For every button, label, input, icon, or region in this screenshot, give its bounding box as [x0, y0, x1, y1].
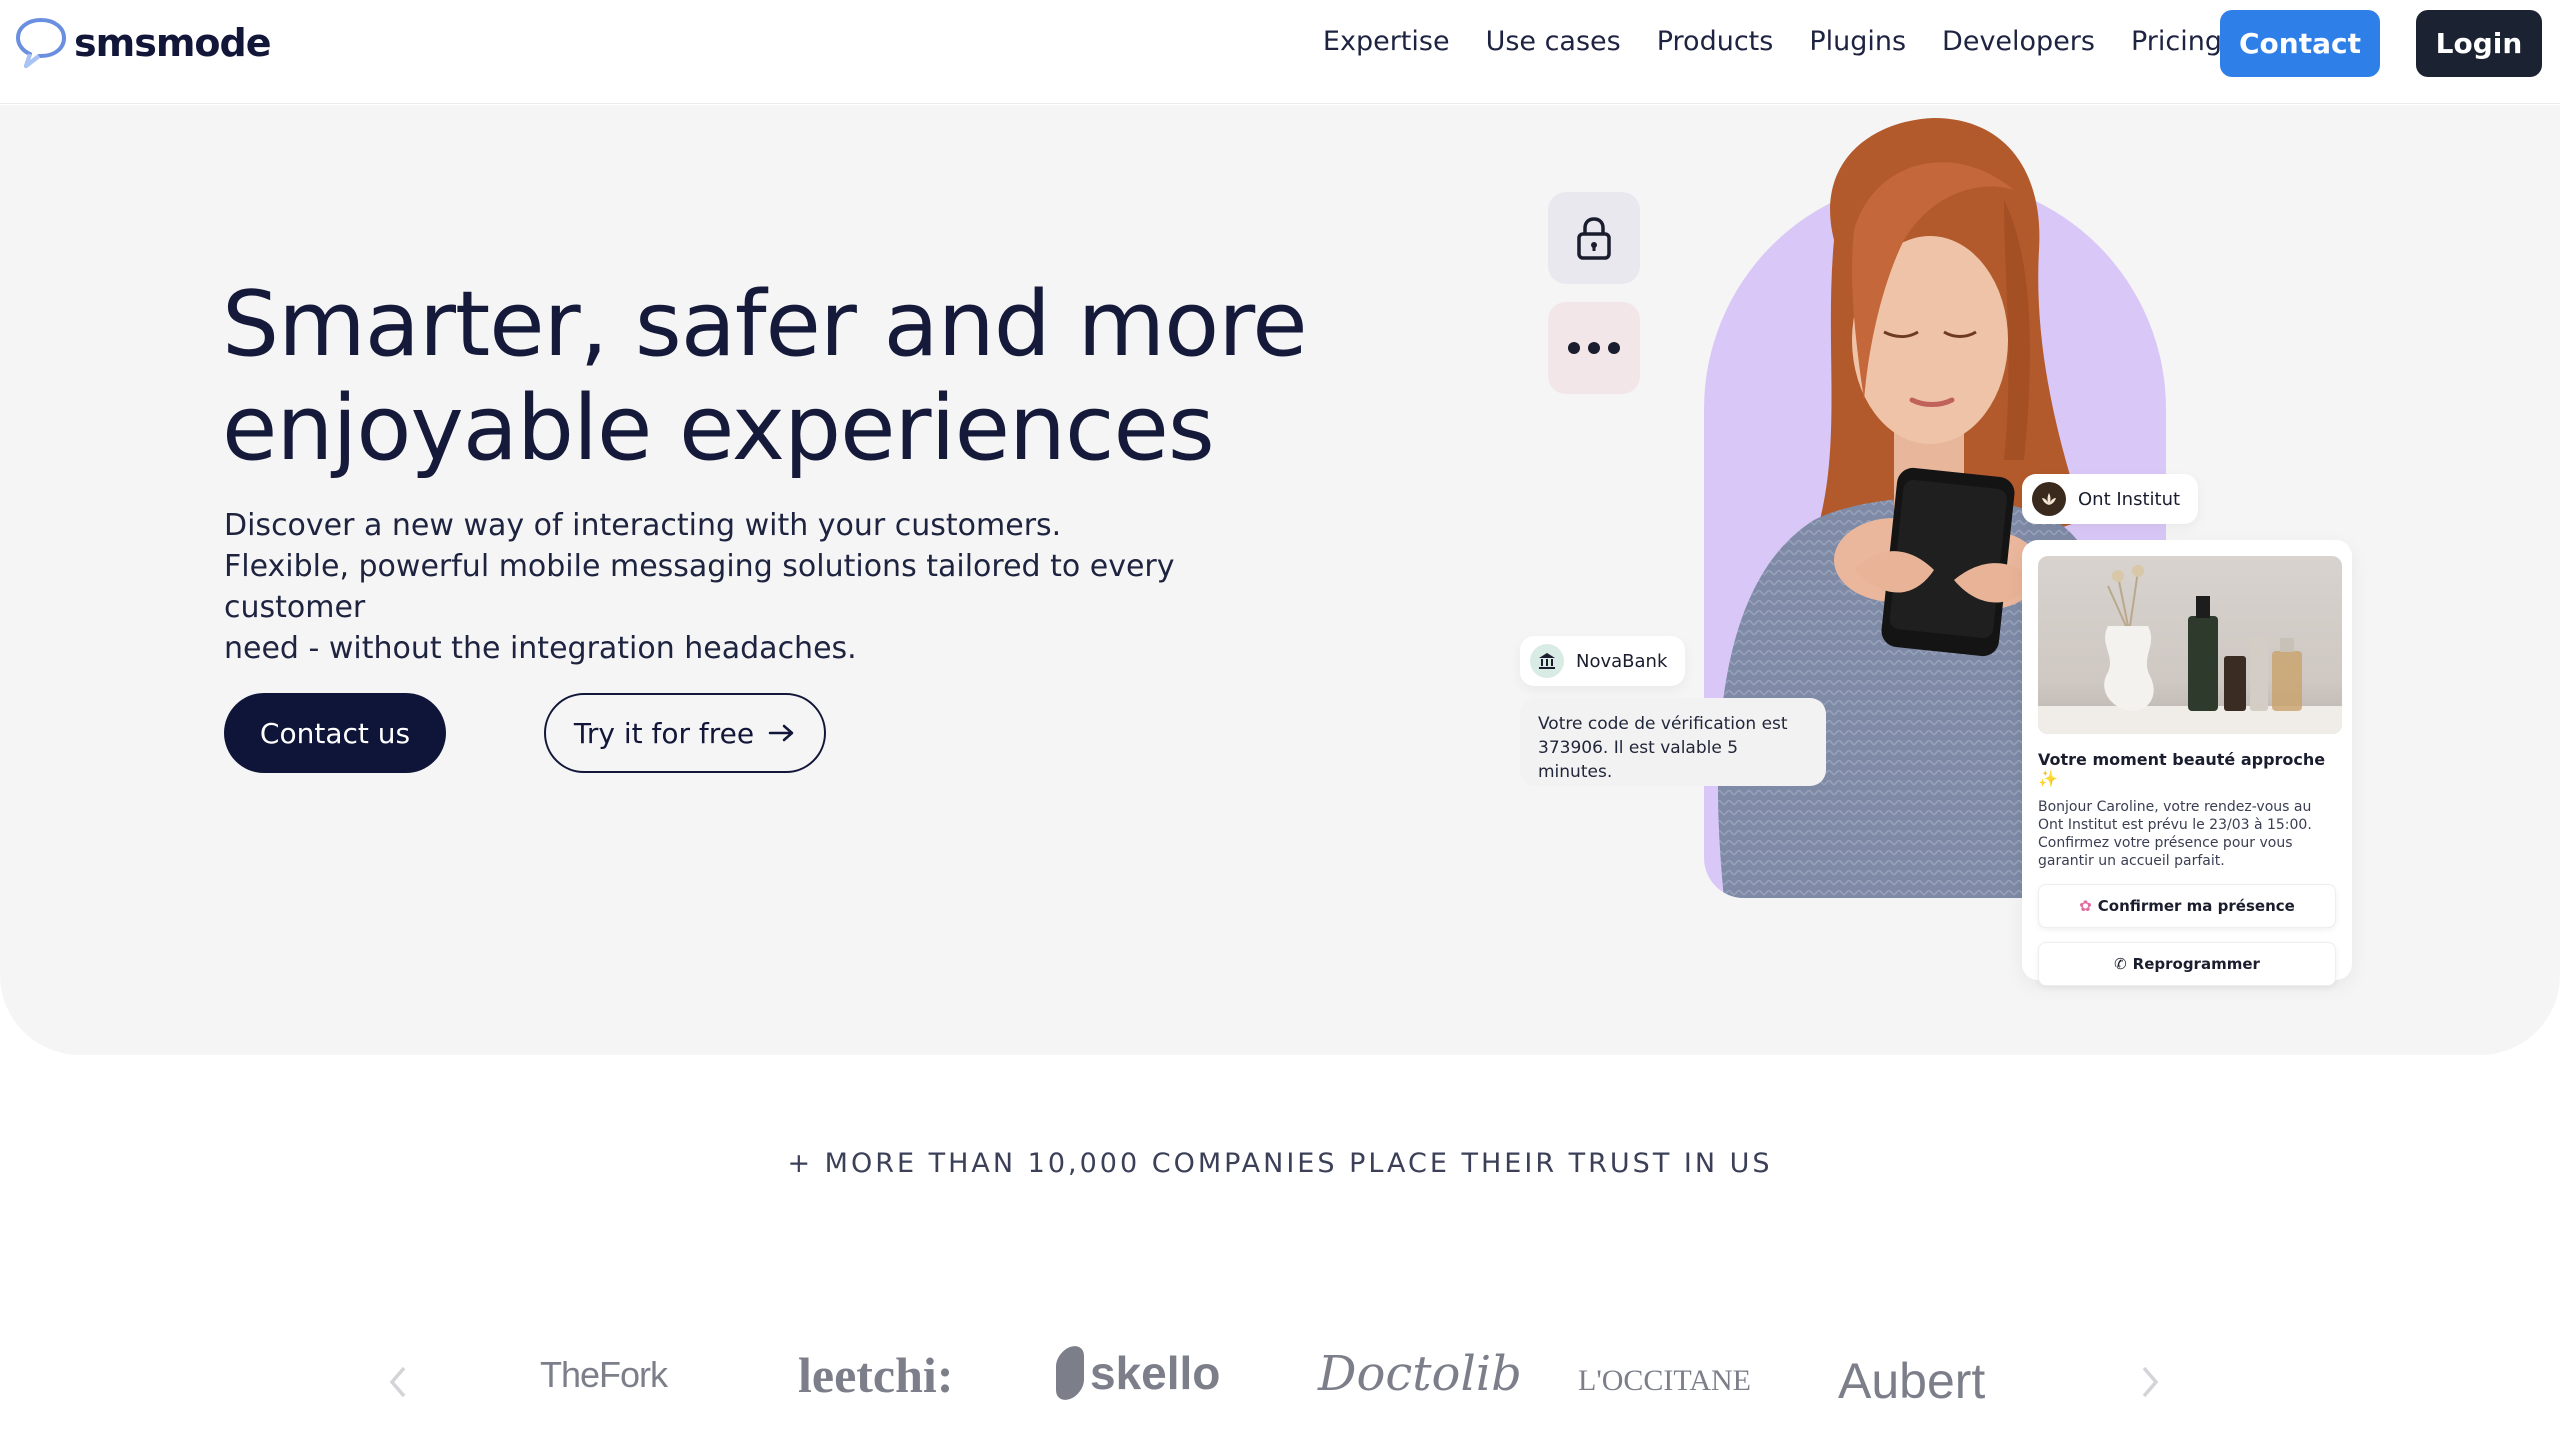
bank-name: NovaBank: [1576, 650, 1668, 672]
nav-link-pricing[interactable]: Pricing: [2131, 26, 2222, 57]
ellipsis-icon: [1568, 342, 1620, 354]
novabank-chip: NovaBank: [1520, 636, 1686, 686]
nav-link-use-cases[interactable]: Use cases: [1486, 26, 1621, 57]
try-free-label: Try it for free: [573, 716, 755, 750]
confirm-presence-button[interactable]: ✿ Confirmer ma présence: [2038, 884, 2336, 928]
nav-link-developers[interactable]: Developers: [1942, 26, 2095, 57]
brand-logo-thefork: TheFork: [540, 1354, 668, 1396]
brand-name-leetchi: leetchi:: [798, 1347, 954, 1403]
brand-logo-skello: skello: [1056, 1341, 1221, 1405]
typing-tile: [1548, 302, 1640, 394]
nav-link-plugins[interactable]: Plugins: [1809, 26, 1906, 57]
reschedule-button[interactable]: ✆ Reprogrammer: [2038, 942, 2336, 986]
flower-icon: ✿: [2079, 897, 2092, 915]
hero-subtitle: Discover a new way of interacting with y…: [224, 505, 1304, 669]
contact-us-button[interactable]: Contact us: [224, 693, 446, 773]
lock-tile: [1548, 192, 1640, 284]
brand-name-doctolib: Doctolib: [1318, 1346, 1522, 1402]
hero-title: Smarter, safer and more enjoyable experi…: [222, 273, 1422, 481]
arrow-right-icon: [768, 724, 794, 742]
brand-name-loccitane: L'OCCITANE: [1578, 1364, 1751, 1397]
nav-link-expertise[interactable]: Expertise: [1323, 26, 1450, 57]
appointment-rich-message-card: Votre moment beauté approche ✨ Bonjour C…: [2022, 540, 2352, 986]
logo-text: smsmode: [74, 21, 272, 65]
bank-icon: [1530, 644, 1564, 678]
beauty-products-image: [2038, 556, 2342, 734]
try-free-button[interactable]: Try it for free: [544, 693, 826, 773]
verification-sms-bubble: Votre code de vérification est 373906. I…: [1520, 698, 1826, 786]
logo[interactable]: smsmode: [12, 14, 272, 72]
brand-name-aubert: Aubert: [1838, 1353, 1986, 1409]
chevron-right-icon: [2142, 1366, 2159, 1398]
brand-logo-aubert: Aubert: [1838, 1352, 1985, 1410]
lotus-icon: [2032, 482, 2066, 516]
lock-icon: [1577, 217, 1611, 260]
hero-subtitle-line-2: Flexible, powerful mobile messaging solu…: [224, 549, 1175, 625]
login-button[interactable]: Login: [2416, 10, 2542, 77]
brand-name-thefork: TheFork: [540, 1354, 668, 1395]
card-body: Bonjour Caroline, votre rendez-vous au O…: [2038, 799, 2312, 869]
skello-mark-icon: [1056, 1341, 1084, 1405]
institute-name: Ont Institut: [2078, 488, 2181, 510]
brand-logo-loccitane: L'OCCITANE: [1578, 1364, 1751, 1398]
hero-title-line-2: enjoyable experiences: [222, 376, 1215, 481]
nav-link-products[interactable]: Products: [1657, 26, 1774, 57]
brand-logo-doctolib: Doctolib: [1318, 1346, 1522, 1402]
card-title: Votre moment beauté approche ✨: [2038, 750, 2326, 788]
institute-chip: Ont Institut: [2022, 474, 2199, 524]
hero-subtitle-line-3: need - without the integration headaches…: [224, 631, 857, 666]
contact-button[interactable]: Contact: [2220, 10, 2380, 77]
hero-title-line-1: Smarter, safer and more: [222, 272, 1308, 377]
speech-bubble-logo-icon: [16, 18, 66, 68]
main-menu: Expertise Use cases Products Plugins Dev…: [1323, 26, 2222, 57]
carousel-prev-button[interactable]: [386, 1362, 410, 1412]
top-navbar: smsmode Expertise Use cases Products Plu…: [0, 0, 2560, 104]
carousel-next-button[interactable]: [2138, 1362, 2162, 1412]
trust-headline: + MORE THAN 10,000 COMPANIES PLACE THEIR…: [787, 1148, 1773, 1179]
brand-logo-leetchi: leetchi:: [798, 1346, 953, 1404]
chevron-left-icon: [389, 1366, 406, 1398]
phone-icon: ✆: [2114, 955, 2127, 973]
hero-subtitle-line-1: Discover a new way of interacting with y…: [224, 508, 1062, 543]
brand-name-skello: skello: [1090, 1347, 1221, 1399]
confirm-presence-label: Confirmer ma présence: [2097, 897, 2295, 915]
reschedule-label: Reprogrammer: [2132, 955, 2260, 973]
